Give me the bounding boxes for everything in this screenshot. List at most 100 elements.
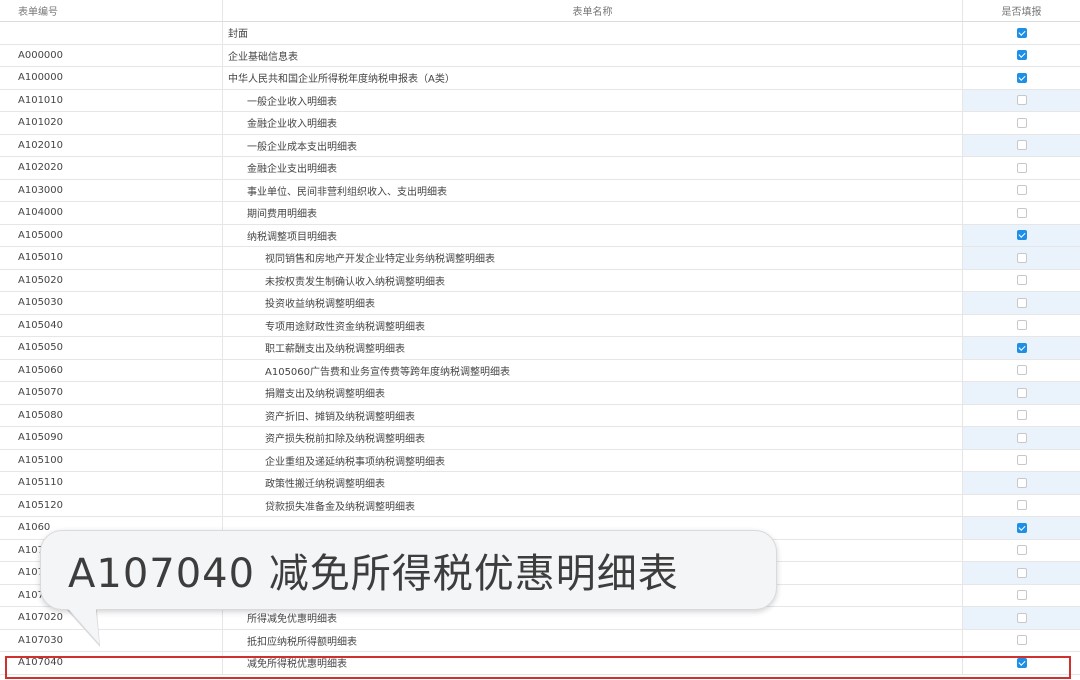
form-name[interactable]: 捐赠支出及纳税调整明细表: [223, 385, 385, 400]
form-name[interactable]: 专项用途财政性资金纳税调整明细表: [223, 318, 425, 333]
form-name[interactable]: 金融企业支出明细表: [223, 160, 337, 175]
form-code: [0, 22, 222, 44]
table-row[interactable]: A105040 专项用途财政性资金纳税调整明细表: [0, 314, 1080, 337]
table-row[interactable]: A105020 未按权责发生制确认收入纳税调整明细表: [0, 269, 1080, 292]
form-name[interactable]: 纳税调整项目明细表: [223, 228, 337, 243]
filled-checkbox[interactable]: [1016, 185, 1027, 196]
table-row[interactable]: A102020 金融企业支出明细表: [0, 157, 1080, 180]
table-row[interactable]: A105060 A105060广告费和业务宣传费等跨年度纳税调整明细表: [0, 359, 1080, 382]
form-name[interactable]: 金融企业收入明细表: [223, 115, 337, 130]
filled-checkbox[interactable]: [1016, 500, 1027, 511]
table-row[interactable]: A105120 贷款损失准备金及纳税调整明细表: [0, 494, 1080, 517]
table-row[interactable]: A105030 投资收益纳税调整明细表: [0, 292, 1080, 315]
table-row[interactable]: A107040 减免所得税优惠明细表: [0, 652, 1080, 675]
table-row[interactable]: A101010 一般企业收入明细表: [0, 89, 1080, 112]
filled-checkbox[interactable]: [1016, 297, 1027, 308]
form-name[interactable]: 资产折旧、摊销及纳税调整明细表: [223, 408, 415, 423]
filled-checkbox[interactable]: [1016, 27, 1027, 38]
filled-checkbox[interactable]: [1016, 207, 1027, 218]
filled-checkbox[interactable]: [1016, 320, 1027, 331]
header-form-code: 表单编号: [18, 7, 58, 18]
form-name[interactable]: 贷款损失准备金及纳税调整明细表: [223, 498, 415, 513]
form-name-cell: 金融企业支出明细表: [222, 157, 962, 179]
form-name[interactable]: 视同销售和房地产开发企业特定业务纳税调整明细表: [223, 250, 495, 265]
filled-checkbox[interactable]: [1016, 230, 1027, 241]
form-name[interactable]: 一般企业收入明细表: [223, 93, 337, 108]
form-name[interactable]: 抵扣应纳税所得额明细表: [223, 633, 357, 648]
filled-checkbox[interactable]: [1016, 95, 1027, 106]
form-name-cell: 资产损失税前扣除及纳税调整明细表: [222, 427, 962, 449]
filled-checkbox[interactable]: [1016, 162, 1027, 173]
form-name[interactable]: 企业重组及递延纳税事项纳税调整明细表: [223, 453, 445, 468]
filled-checkbox[interactable]: [1016, 342, 1027, 353]
filled-checkbox[interactable]: [1016, 117, 1027, 128]
filled-cell: [962, 629, 1080, 651]
form-code: A104000: [18, 207, 64, 219]
table-row[interactable]: A105080 资产折旧、摊销及纳税调整明细表: [0, 404, 1080, 427]
filled-checkbox[interactable]: [1016, 612, 1027, 623]
form-name[interactable]: 减免所得税优惠明细表: [223, 655, 347, 670]
table-row[interactable]: A105050 职工薪酬支出及纳税调整明细表: [0, 337, 1080, 360]
filled-cell: [962, 22, 1080, 44]
form-name[interactable]: 所得减免优惠明细表: [223, 610, 337, 625]
form-name[interactable]: 事业单位、民间非营利组织收入、支出明细表: [223, 183, 447, 198]
filled-checkbox[interactable]: [1016, 455, 1027, 466]
table-row[interactable]: A105010 视同销售和房地产开发企业特定业务纳税调整明细表: [0, 247, 1080, 270]
filled-cell: [962, 562, 1080, 584]
filled-checkbox[interactable]: [1016, 522, 1027, 533]
filled-checkbox[interactable]: [1016, 545, 1027, 556]
table-row[interactable]: A105090 资产损失税前扣除及纳税调整明细表: [0, 427, 1080, 450]
filled-checkbox[interactable]: [1016, 50, 1027, 61]
filled-checkbox[interactable]: [1016, 140, 1027, 151]
form-name-cell: 纳税调整项目明细表: [222, 224, 962, 246]
form-name[interactable]: 未按权责发生制确认收入纳税调整明细表: [223, 273, 445, 288]
filled-checkbox[interactable]: [1016, 252, 1027, 263]
filled-checkbox[interactable]: [1016, 365, 1027, 376]
filled-checkbox[interactable]: [1016, 387, 1027, 398]
filled-checkbox[interactable]: [1016, 72, 1027, 83]
table-row[interactable]: A102010 一般企业成本支出明细表: [0, 134, 1080, 157]
form-name[interactable]: 封面: [223, 25, 248, 40]
form-name-cell: 投资收益纳税调整明细表: [222, 292, 962, 314]
callout-bubble: A107040 减免所得税优惠明细表: [40, 530, 777, 610]
filled-checkbox[interactable]: [1016, 275, 1027, 286]
filled-checkbox[interactable]: [1016, 590, 1027, 601]
table-row[interactable]: A107020 所得减免优惠明细表: [0, 607, 1080, 630]
form-code: A105000: [18, 229, 64, 241]
form-name[interactable]: 政策性搬迁纳税调整明细表: [223, 475, 385, 490]
filled-checkbox[interactable]: [1016, 567, 1027, 578]
filled-cell: [962, 44, 1080, 66]
table-row[interactable]: 封面: [0, 22, 1080, 45]
table-row[interactable]: A100000 中华人民共和国企业所得税年度纳税申报表（A类）: [0, 67, 1080, 90]
form-name[interactable]: 企业基础信息表: [223, 48, 298, 63]
filled-checkbox[interactable]: [1016, 635, 1027, 646]
form-name[interactable]: A105060广告费和业务宣传费等跨年度纳税调整明细表: [223, 363, 510, 378]
table-row[interactable]: A104000 期间费用明细表: [0, 202, 1080, 225]
form-name[interactable]: 期间费用明细表: [223, 205, 317, 220]
filled-checkbox[interactable]: [1016, 410, 1027, 421]
form-code: A105120: [18, 499, 64, 511]
filled-checkbox[interactable]: [1016, 657, 1027, 668]
table-row[interactable]: A105000 纳税调整项目明细表: [0, 224, 1080, 247]
table-row[interactable]: A107030 抵扣应纳税所得额明细表: [0, 629, 1080, 652]
table-row[interactable]: A101020 金融企业收入明细表: [0, 112, 1080, 135]
table-row[interactable]: A105100 企业重组及递延纳税事项纳税调整明细表: [0, 449, 1080, 472]
form-name-cell: 贷款损失准备金及纳税调整明细表: [222, 494, 962, 516]
table-row[interactable]: A000000 企业基础信息表: [0, 44, 1080, 67]
table-row[interactable]: A103000 事业单位、民间非营利组织收入、支出明细表: [0, 179, 1080, 202]
header-form-name: 表单名称: [222, 0, 962, 21]
table-row[interactable]: A105110 政策性搬迁纳税调整明细表: [0, 472, 1080, 495]
form-name[interactable]: 中华人民共和国企业所得税年度纳税申报表（A类）: [223, 70, 455, 85]
form-code: A102010: [18, 139, 64, 151]
form-name-cell: 企业重组及递延纳税事项纳税调整明细表: [222, 449, 962, 471]
form-name[interactable]: 一般企业成本支出明细表: [223, 138, 357, 153]
filled-checkbox[interactable]: [1016, 477, 1027, 488]
table-row[interactable]: A105070 捐赠支出及纳税调整明细表: [0, 382, 1080, 405]
filled-checkbox[interactable]: [1016, 432, 1027, 443]
form-name[interactable]: 资产损失税前扣除及纳税调整明细表: [223, 430, 425, 445]
form-code: A101020: [18, 117, 64, 129]
form-name-cell: 专项用途财政性资金纳税调整明细表: [222, 314, 962, 336]
form-name[interactable]: 投资收益纳税调整明细表: [223, 295, 375, 310]
form-name[interactable]: 职工薪酬支出及纳税调整明细表: [223, 340, 405, 355]
filled-cell: [962, 247, 1080, 269]
